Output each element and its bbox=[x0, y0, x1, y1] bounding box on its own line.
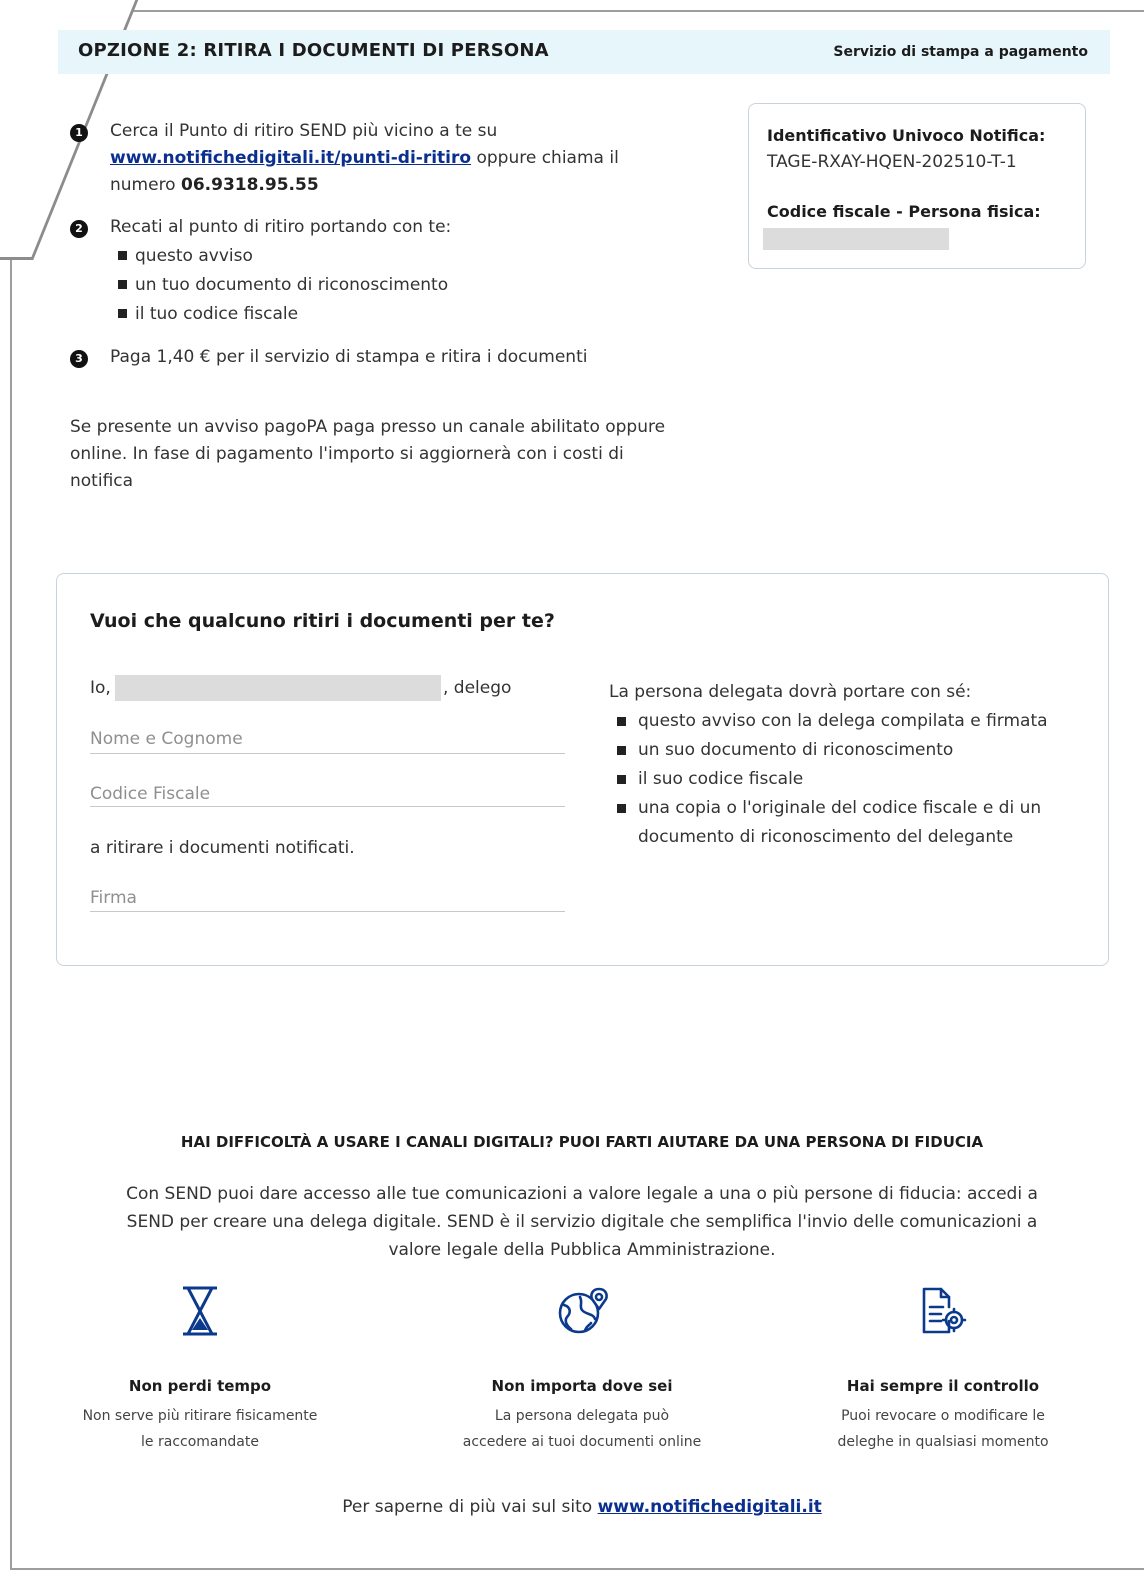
tax-code-field-line bbox=[90, 806, 565, 807]
footer-text: Per saperne di più vai sul sito bbox=[342, 1497, 598, 1517]
bullet-square-icon bbox=[118, 309, 127, 318]
document-settings-icon bbox=[922, 1287, 967, 1334]
feature-control: Hai sempre il controllo Puoi revocare o … bbox=[798, 1285, 1088, 1455]
feature-description: Non serve più ritirare fisicamente le rac… bbox=[82, 1408, 318, 1450]
step-number-1: 1 bbox=[70, 124, 88, 142]
section-header: OPZIONE 2: RITIRA I DOCUMENTI DI PERSONA… bbox=[58, 30, 1110, 74]
paid-service-label: Servizio di stampa a pagamento bbox=[833, 44, 1088, 60]
payment-note: Se presente un avviso pagoPA paga presso… bbox=[70, 417, 666, 491]
pickup-points-link[interactable]: www.notifichedigitali.it/punti-di-ritiro bbox=[110, 148, 471, 168]
feature-title: Hai sempre il controllo bbox=[846, 1377, 1040, 1395]
feature-title: Non importa dove sei bbox=[491, 1377, 673, 1395]
bullet-square-icon bbox=[617, 775, 626, 784]
list-item: questo avviso bbox=[118, 242, 448, 271]
bullet-square-icon bbox=[617, 804, 626, 813]
bullet-square-icon bbox=[118, 251, 127, 260]
iun-value: TAGE-RXAY-HQEN-202510-T-1 bbox=[767, 152, 1017, 172]
feature-no-waste-time: Non perdi tempo Non serve più ritirare f… bbox=[55, 1285, 345, 1455]
delegation-box: Vuoi che qualcuno ritiri i documenti per… bbox=[56, 573, 1109, 966]
step-1-intro: Cerca il Punto di ritiro SEND più vicino… bbox=[110, 121, 498, 141]
feature-anywhere: Non importa dove sei La persona delegata… bbox=[437, 1285, 727, 1455]
requirements-title: La persona delegata dovrà portare con sé… bbox=[609, 682, 972, 702]
step-2-text: Recati al punto di ritiro portando con t… bbox=[110, 217, 452, 237]
signature-field[interactable]: Firma bbox=[90, 888, 137, 908]
feature-title: Non perdi tempo bbox=[128, 1377, 272, 1395]
bullet-square-icon bbox=[617, 717, 626, 726]
tax-code-field[interactable]: Codice Fiscale bbox=[90, 784, 210, 804]
delegation-title: Vuoi che qualcuno ritiri i documenti per… bbox=[90, 610, 555, 632]
section-title: OPZIONE 2: RITIRA I DOCUMENTI DI PERSONA bbox=[78, 40, 549, 61]
io-label: Io, bbox=[90, 678, 111, 698]
name-field[interactable]: Nome e Cognome bbox=[90, 729, 243, 749]
list-item: il tuo codice fiscale bbox=[118, 300, 448, 329]
pickup-text: a ritirare i documenti notificati. bbox=[90, 838, 355, 858]
feature-description: La persona delegata può accedere ai tuoi … bbox=[462, 1408, 702, 1450]
help-text: Con SEND puoi dare accesso alle tue comu… bbox=[126, 1184, 1038, 1260]
signature-field-line bbox=[90, 911, 565, 912]
help-title: HAI DIFFICOLTÀ A USARE I CANALI DIGITALI… bbox=[180, 1133, 984, 1151]
list-item: un tuo documento di riconoscimento bbox=[118, 271, 448, 300]
globe-location-icon bbox=[558, 1287, 608, 1334]
redacted-tax-code bbox=[763, 228, 949, 250]
website-link[interactable]: www.notifichedigitali.it bbox=[598, 1497, 822, 1517]
step-3-text: Paga 1,40 € per il servizio di stampa e … bbox=[110, 347, 588, 367]
tax-code-label: Codice fiscale - Persona fisica: bbox=[767, 202, 1041, 221]
iun-label: Identificativo Univoco Notifica: bbox=[767, 126, 1046, 145]
hourglass-icon bbox=[183, 1286, 217, 1336]
list-item: questo avviso con la delega compilata e … bbox=[609, 707, 1079, 736]
step-number-2: 2 bbox=[70, 220, 88, 238]
bullet-square-icon bbox=[617, 746, 626, 755]
bullet-square-icon bbox=[118, 280, 127, 289]
list-item: il suo codice fiscale bbox=[609, 765, 1079, 794]
phone-number: 06.9318.95.55 bbox=[181, 175, 319, 195]
name-field-line bbox=[90, 753, 565, 754]
step-number-3: 3 bbox=[70, 350, 88, 368]
delegate-requirements: La persona delegata dovrà portare con sé… bbox=[609, 678, 1079, 852]
list-item: un suo documento di riconoscimento bbox=[609, 736, 1079, 765]
redacted-name bbox=[115, 675, 441, 701]
footer: Per saperne di più vai sul sito www.noti… bbox=[0, 1497, 1144, 1517]
step-1-text: Cerca il Punto di ritiro SEND più vicino… bbox=[110, 118, 650, 199]
delego-label: , delego bbox=[443, 678, 512, 698]
step-2-bullets: questo avviso un tuo documento di ricono… bbox=[118, 242, 448, 329]
notification-info-box: Identificativo Univoco Notifica: TAGE-RX… bbox=[748, 103, 1086, 269]
feature-description: Puoi revocare o modificare le deleghe in … bbox=[837, 1408, 1049, 1450]
list-item: una copia o l'originale del codice fisca… bbox=[609, 794, 1079, 852]
